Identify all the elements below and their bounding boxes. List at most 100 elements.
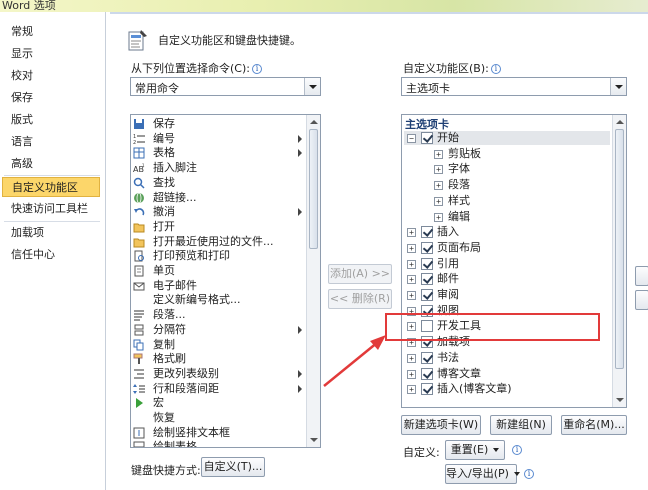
command-item[interactable]: 表格 <box>133 146 303 160</box>
customize-ribbon-dropdown[interactable]: 主选项卡 <box>401 77 627 96</box>
command-item[interactable]: 绘制表格 <box>133 440 303 447</box>
command-item[interactable]: 分隔符 <box>133 323 303 337</box>
expand-icon[interactable]: + <box>434 165 443 175</box>
command-item[interactable]: 超链接... <box>133 191 303 205</box>
remove-button[interactable]: << 删除(R) <box>328 289 392 309</box>
tree-item[interactable]: + 博客文章 <box>404 367 610 381</box>
tree-item[interactable]: + 插入(博客文章) <box>404 382 610 396</box>
scroll-thumb[interactable] <box>615 129 624 369</box>
expand-icon[interactable]: + <box>434 149 443 159</box>
nav-item-proofing[interactable]: 校对 <box>2 66 100 86</box>
tree-scrollbar[interactable] <box>612 115 626 407</box>
ribbon-tabs-tree[interactable]: 主选项卡 − 开始 + 剪贴板 + 字体 + 段落 + 样式 + 编辑 + 插入 + 页面布局 + 引用 + 邮件 + 审… <box>401 114 627 408</box>
nav-item-customize-ribbon[interactable]: 自定义功能区 <box>2 177 100 197</box>
tree-item[interactable]: + 邮件 <box>404 272 610 286</box>
add-button[interactable]: 添加(A) >> <box>328 264 392 284</box>
command-item[interactable]: 打开最近使用过的文件... <box>133 235 303 249</box>
tab-checkbox[interactable] <box>421 132 433 144</box>
import-export-button[interactable]: 导入/导出(P) <box>445 464 520 484</box>
command-item[interactable]: 段落... <box>133 308 303 322</box>
tab-checkbox[interactable] <box>421 351 433 364</box>
command-item[interactable]: 打印预览和打印 <box>133 249 303 263</box>
command-item[interactable]: 恢复 <box>133 411 303 425</box>
commands-list[interactable]: 保存 1 2 编号 表格 AB 1 插入脚注 查找 超链接... 撤消 打开 打开最近使用过的文件...… <box>130 114 321 448</box>
keyboard-shortcuts-label: 键盘快捷方式: <box>131 464 201 477</box>
expand-icon[interactable]: + <box>434 181 443 191</box>
scroll-thumb[interactable] <box>309 129 318 249</box>
chevron-down-icon[interactable] <box>304 78 320 95</box>
command-item[interactable]: 保存 <box>133 117 303 131</box>
nav-item-display[interactable]: 显示 <box>2 44 100 64</box>
move-down-button[interactable] <box>635 290 648 310</box>
expand-icon[interactable]: + <box>407 291 416 300</box>
scroll-up-icon[interactable] <box>614 116 625 128</box>
nav-item-quick-access-toolbar[interactable]: 快速访问工具栏 <box>2 199 100 219</box>
expand-icon[interactable]: + <box>407 243 416 253</box>
tab-checkbox[interactable] <box>421 383 433 396</box>
tab-checkbox[interactable] <box>421 257 433 270</box>
chevron-down-icon[interactable] <box>610 78 626 95</box>
tree-item[interactable]: + 段落 <box>404 178 610 192</box>
tab-checkbox[interactable] <box>421 226 433 239</box>
scroll-up-icon[interactable] <box>308 116 319 128</box>
command-item[interactable]: 绘制竖排文本框 <box>133 426 303 440</box>
info-icon: i <box>251 64 262 74</box>
command-label: 段落... <box>153 308 186 322</box>
tree-item[interactable]: + 引用 <box>404 257 610 271</box>
nav-item-language[interactable]: 语言 <box>2 132 100 152</box>
command-item[interactable]: 复制 <box>133 338 303 352</box>
choose-commands-dropdown[interactable]: 常用命令 <box>130 77 321 96</box>
nav-item-save[interactable]: 保存 <box>2 88 100 108</box>
nav-item-trust-center[interactable]: 信任中心 <box>2 245 100 265</box>
tree-item[interactable]: + 页面布局 <box>404 241 610 255</box>
tab-checkbox[interactable] <box>421 241 433 254</box>
tree-item[interactable]: + 字体 <box>404 162 610 176</box>
command-item[interactable]: 查找 <box>133 176 303 190</box>
nav-item-layout[interactable]: 版式 <box>2 110 100 130</box>
tree-item[interactable]: + 书法 <box>404 351 610 365</box>
tab-checkbox[interactable] <box>421 289 433 301</box>
tree-item[interactable]: + 样式 <box>404 194 610 208</box>
rename-button[interactable]: 重命名(M)... <box>561 415 627 435</box>
scroll-down-icon[interactable] <box>308 434 319 446</box>
command-item[interactable]: 单页 <box>133 264 303 278</box>
expand-icon[interactable]: + <box>407 369 416 379</box>
command-item[interactable]: 打开 <box>133 220 303 234</box>
command-item[interactable]: 电子邮件 <box>133 279 303 293</box>
command-item[interactable]: 撤消 <box>133 205 303 219</box>
move-up-button[interactable] <box>635 266 648 286</box>
expand-icon[interactable]: + <box>407 259 416 269</box>
tree-item[interactable]: + 剪贴板 <box>404 147 610 161</box>
expand-icon[interactable]: + <box>407 275 416 285</box>
customize-keyboard-button[interactable]: 自定义(T)... <box>201 457 265 477</box>
tree-item[interactable]: + 审阅 <box>404 288 610 302</box>
nav-item-general[interactable]: 常规 <box>2 22 100 42</box>
new-group-button[interactable]: 新建组(N) <box>490 415 552 435</box>
tree-item[interactable]: − 开始 <box>404 131 610 145</box>
nav-item-advanced[interactable]: 高级 <box>2 154 100 174</box>
expand-icon[interactable]: + <box>407 353 416 363</box>
tab-checkbox[interactable] <box>421 273 433 286</box>
expand-icon[interactable]: + <box>407 385 416 395</box>
expand-icon[interactable]: + <box>434 196 443 206</box>
nav-separator <box>4 175 100 176</box>
commands-scrollbar[interactable] <box>306 115 320 447</box>
macro-icon <box>136 398 143 409</box>
tab-checkbox[interactable] <box>421 367 433 380</box>
command-item[interactable]: 定义新编号格式... <box>133 293 303 307</box>
command-item[interactable]: 宏 <box>133 396 303 410</box>
expand-icon[interactable]: + <box>434 212 443 222</box>
command-item[interactable]: 格式刷 <box>133 352 303 366</box>
nav-item-addins[interactable]: 加载项 <box>2 223 100 243</box>
reset-button[interactable]: 重置(E) <box>445 440 505 460</box>
scroll-down-icon[interactable] <box>614 394 625 406</box>
collapse-icon[interactable]: − <box>407 134 416 143</box>
tree-item[interactable]: + 插入 <box>404 225 610 239</box>
command-item[interactable]: 更改列表级别 <box>133 367 303 381</box>
new-tab-button[interactable]: 新建选项卡(W) <box>401 415 481 435</box>
command-item[interactable]: 行和段落间距 <box>133 382 303 396</box>
command-item[interactable]: 1 2 编号 <box>133 132 303 146</box>
expand-icon[interactable]: + <box>407 228 416 238</box>
tree-item[interactable]: + 编辑 <box>404 210 610 224</box>
command-item[interactable]: AB 1 插入脚注 <box>133 161 303 175</box>
